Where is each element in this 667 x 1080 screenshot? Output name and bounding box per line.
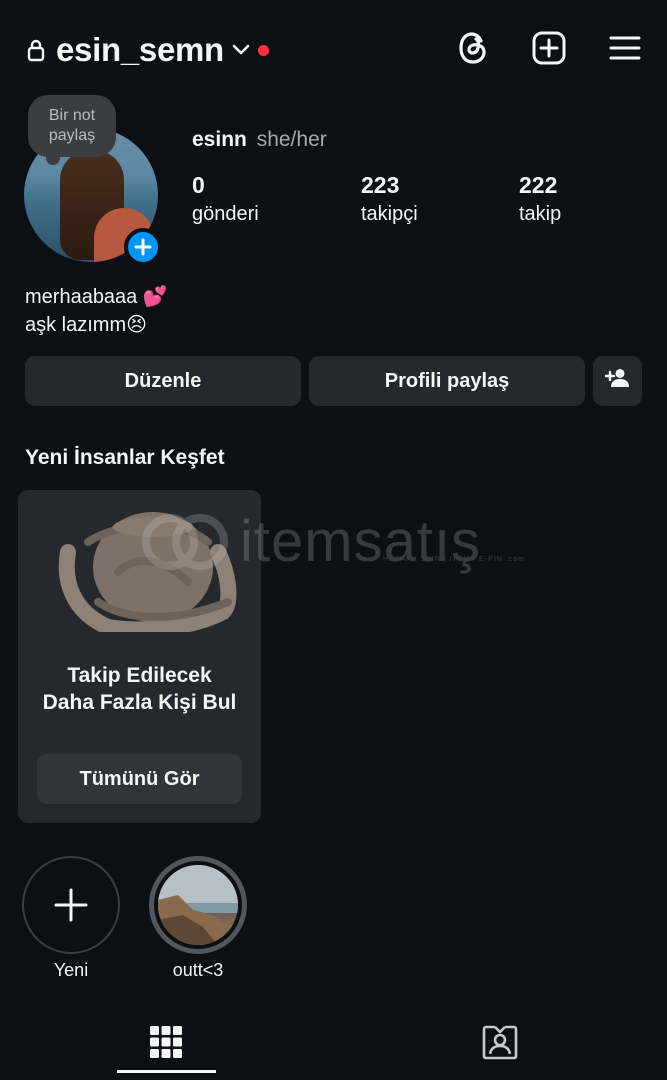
highlight-circle xyxy=(149,856,247,954)
new-highlight[interactable]: Yeni xyxy=(22,856,120,981)
following-count: 222 xyxy=(519,172,558,198)
add-post-icon[interactable] xyxy=(531,30,567,66)
notification-dot xyxy=(257,44,269,56)
discover-card-line-2: Daha Fazla Kişi Bul xyxy=(42,691,237,714)
profile-tabs xyxy=(0,1010,667,1080)
plus-icon xyxy=(54,888,88,922)
new-highlight-label: Yeni xyxy=(53,960,89,980)
bio-line-1: merhaabaaa 💕 xyxy=(25,286,168,308)
following-label: takip xyxy=(519,203,562,225)
watermark-brand: itemsatış xyxy=(240,509,482,574)
pronouns: she/her xyxy=(256,128,327,151)
active-tab-indicator xyxy=(117,1070,216,1073)
note-bubble[interactable]: Bir not paylaş xyxy=(28,95,116,165)
profile-page: esin_semn Bir not paylaş esinn she/her 0… xyxy=(0,0,667,1080)
tab-tagged[interactable] xyxy=(480,1022,520,1062)
edit-profile-button[interactable]: Düzenle xyxy=(25,356,301,406)
threads-icon[interactable] xyxy=(455,30,491,66)
header-actions xyxy=(455,30,643,66)
top-bar: esin_semn xyxy=(24,24,643,76)
highlight-label: outt<3 xyxy=(172,960,224,980)
chevron-down-icon[interactable] xyxy=(232,40,252,60)
posts-stat[interactable]: 0 gönderi xyxy=(192,172,259,226)
account-switcher[interactable]: esin_semn xyxy=(56,31,224,69)
bio-line-2: aşk lazımm😣 xyxy=(25,314,147,336)
bio: merhaabaaa 💕 aşk lazımm😣 xyxy=(25,283,168,339)
display-name: esinn xyxy=(192,128,247,151)
menu-icon[interactable] xyxy=(607,30,643,66)
grid-icon xyxy=(150,1026,182,1058)
display-name-row: esinn she/her xyxy=(192,128,327,152)
discover-title: Yeni İnsanlar Keşfet xyxy=(25,446,225,469)
followers-label: takipçi xyxy=(361,203,418,225)
highlight-cover xyxy=(158,865,238,945)
add-person-icon xyxy=(604,368,631,394)
discover-people-button[interactable] xyxy=(593,356,642,406)
see-all-button[interactable]: Tümünü Gör xyxy=(37,754,242,804)
tagged-person-icon xyxy=(482,1025,518,1060)
watermark: itemsatış HESAP / SKIN / ITEM / E-PIN .c… xyxy=(140,506,540,576)
posts-count: 0 xyxy=(192,172,205,198)
discover-card-line-1: Takip Edilecek xyxy=(67,664,212,687)
share-profile-button[interactable]: Profili paylaş xyxy=(309,356,585,406)
watermark-tagline: HESAP / SKIN / ITEM / E-PIN .com xyxy=(383,556,525,563)
tab-posts-grid[interactable] xyxy=(146,1022,186,1062)
posts-label: gönderi xyxy=(192,203,259,225)
followers-stat[interactable]: 223 takipçi xyxy=(361,172,418,226)
note-text: Bir not paylaş xyxy=(48,107,96,144)
watermark-logo-icon xyxy=(142,514,228,570)
highlight-outt[interactable]: outt<3 xyxy=(149,856,247,981)
new-highlight-circle xyxy=(22,856,120,954)
followers-count: 223 xyxy=(361,172,400,198)
add-story-icon[interactable] xyxy=(124,228,162,266)
discover-card-text: Takip Edilecek Daha Fazla Kişi Bul xyxy=(18,662,261,716)
lock-icon xyxy=(24,34,48,66)
following-stat[interactable]: 222 takip xyxy=(519,172,561,226)
